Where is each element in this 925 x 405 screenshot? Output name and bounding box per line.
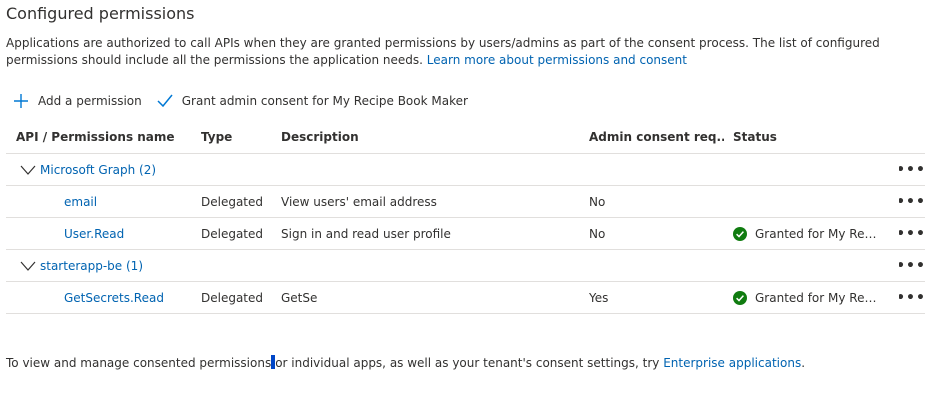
permission-status: Granted for My Recipe ... <box>733 282 893 313</box>
footer-text-before: To view and manage consented permissions <box>6 356 272 370</box>
column-header-name[interactable]: API / Permissions name <box>16 120 196 153</box>
permission-description: Sign in and read user profile <box>281 226 451 241</box>
grant-admin-consent-label: Grant admin consent for My Recipe Book M… <box>181 94 468 108</box>
permission-description: GetSe <box>281 290 318 305</box>
column-header-status[interactable]: Status <box>733 120 893 153</box>
more-options-button[interactable]: ••• <box>899 186 923 217</box>
checkmark-icon <box>157 94 173 108</box>
status-text: Granted for My Recipe ... <box>755 290 880 305</box>
permission-status: Granted for My Recipe ... <box>733 218 893 249</box>
add-permission-button[interactable]: Add a permission <box>12 92 142 110</box>
granted-check-icon <box>733 226 747 241</box>
permission-type: Delegated <box>201 290 264 305</box>
group-row-microsoft-graph[interactable]: Microsoft Graph (2) ••• <box>6 154 925 186</box>
description: Applications are authorized to call APIs… <box>6 35 921 69</box>
table-row-getsecrets-read: GetSecrets.Read Delegated GetSe Yes Gran… <box>6 282 925 314</box>
chevron-down-icon[interactable] <box>20 164 36 176</box>
table-row-user-read: User.Read Delegated Sign in and read use… <box>6 218 925 250</box>
column-header-type[interactable]: Type <box>201 120 276 153</box>
footer-text-end: . <box>801 356 806 370</box>
learn-more-link[interactable]: Learn more about permissions and consent <box>427 53 687 67</box>
more-icon: ••• <box>899 225 923 242</box>
footer-note: To view and manage consented permissions… <box>6 355 805 372</box>
table-row-email: email Delegated View users' email addres… <box>6 186 925 218</box>
permission-type: Delegated <box>201 194 264 209</box>
footer-text-after: or individual apps, as well as your tena… <box>275 356 664 370</box>
admin-consent-required: No <box>589 194 606 209</box>
more-options-button[interactable]: ••• <box>899 282 923 313</box>
permission-description: View users' email address <box>281 194 437 209</box>
toolbar: Add a permission Grant admin consent for… <box>12 90 482 112</box>
group-name-link[interactable]: starterapp-be (1) <box>40 259 143 273</box>
more-options-button[interactable]: ••• <box>899 154 923 185</box>
grant-admin-consent-button[interactable]: Grant admin consent for My Recipe Book M… <box>156 92 468 110</box>
status-text: Granted for My Recipe ... <box>755 226 880 241</box>
group-name-link[interactable]: Microsoft Graph (2) <box>40 163 156 177</box>
permission-name-link[interactable]: email <box>64 195 97 209</box>
admin-consent-required: Yes <box>589 290 609 305</box>
chevron-down-icon[interactable] <box>20 260 36 272</box>
permission-type: Delegated <box>201 226 264 241</box>
enterprise-applications-link[interactable]: Enterprise applications <box>663 356 801 370</box>
group-row-starterapp-be[interactable]: starterapp-be (1) ••• <box>6 250 925 282</box>
admin-consent-required: No <box>589 226 606 241</box>
more-icon: ••• <box>899 161 923 178</box>
permissions-table: API / Permissions name Type Description … <box>6 120 925 314</box>
add-permission-label: Add a permission <box>38 94 142 108</box>
plus-icon <box>14 94 28 108</box>
column-header-admin-consent[interactable]: Admin consent req... <box>589 120 724 153</box>
more-options-button[interactable]: ••• <box>899 250 923 281</box>
more-icon: ••• <box>899 193 923 210</box>
table-header-row: API / Permissions name Type Description … <box>6 120 925 154</box>
more-icon: ••• <box>899 289 923 306</box>
more-icon: ••• <box>899 257 923 274</box>
column-header-description[interactable]: Description <box>281 120 581 153</box>
permission-status <box>733 186 893 217</box>
page-title: Configured permissions <box>6 4 195 23</box>
granted-check-icon <box>733 290 747 305</box>
permission-name-link[interactable]: GetSecrets.Read <box>64 291 164 305</box>
more-options-button[interactable]: ••• <box>899 218 923 249</box>
permission-name-link[interactable]: User.Read <box>64 227 124 241</box>
